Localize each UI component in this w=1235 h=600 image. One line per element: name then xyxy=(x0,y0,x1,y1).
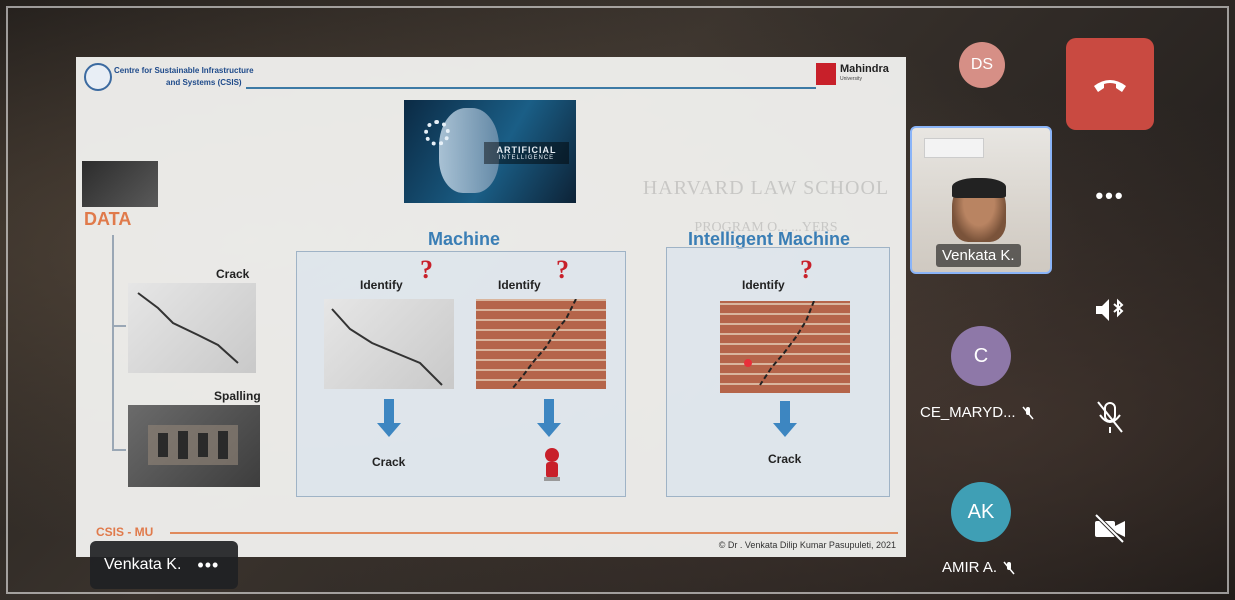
crack-label: Crack xyxy=(216,267,250,281)
down-arrow-icon xyxy=(384,399,394,425)
end-call-button[interactable] xyxy=(1066,38,1154,130)
crack-line-icon xyxy=(331,308,443,386)
question-mark-icon: ? xyxy=(556,255,569,284)
presenter-more-icon[interactable]: ••• xyxy=(197,555,219,576)
participant-video-tile[interactable]: Venkata K. xyxy=(910,126,1052,274)
data-thumbnail xyxy=(82,161,158,207)
participant-entry-c: CE_MARYD... xyxy=(920,404,1034,421)
identify-label-3: Identify xyxy=(742,278,785,292)
participant-name-ak: AMIR A. xyxy=(942,559,998,576)
speaker-button[interactable] xyxy=(1066,290,1154,330)
brick-wall-image xyxy=(476,299,606,389)
footer-rule xyxy=(170,532,898,534)
confused-figure-icon xyxy=(538,447,566,483)
watermark-title: HARVARD LAW SCHOOL xyxy=(642,177,890,199)
crack-sample-image xyxy=(128,283,256,373)
participant-avatar-c[interactable]: C xyxy=(951,326,1011,386)
shared-slide: HARVARD LAW SCHOOL PROGRAM O... ...YERS … xyxy=(76,57,906,557)
down-arrow-head-icon xyxy=(773,423,797,437)
more-dots-icon: ••• xyxy=(1095,183,1125,208)
brick-crack-detected-icon xyxy=(744,301,815,386)
question-mark-icon: ? xyxy=(420,255,433,284)
crack-input-image xyxy=(324,299,454,389)
air-conditioner xyxy=(924,138,984,158)
question-mark-icon: ? xyxy=(800,255,813,284)
mahindra-logo: Mahindra University xyxy=(816,63,889,85)
machine-title: Machine xyxy=(428,229,501,249)
csis-title-line2: and Systems (CSIS) xyxy=(166,78,242,87)
result-crack-3: Crack xyxy=(768,452,802,466)
gear-icon xyxy=(424,120,450,146)
participant-hair xyxy=(952,178,1006,198)
brick-crack-icon xyxy=(511,299,577,389)
crack-line-icon xyxy=(137,292,239,364)
participant-name-c: CE_MARYD... xyxy=(920,404,1016,421)
down-arrow-head-icon xyxy=(377,423,401,437)
header-rule xyxy=(246,87,816,89)
mahindra-name: Mahindra xyxy=(840,63,889,75)
csis-title: Centre for Sustainable Infrastructure an… xyxy=(114,65,254,89)
camera-button[interactable] xyxy=(1066,508,1154,548)
footer-label: CSIS - MU xyxy=(96,525,154,539)
mahindra-sub: University xyxy=(840,76,862,82)
tree-line xyxy=(112,325,126,327)
camera-off-icon xyxy=(1094,513,1125,543)
presenter-name: Venkata K. xyxy=(104,556,182,573)
tree-line xyxy=(112,449,126,451)
ai-label-sub: INTELLIGENCE xyxy=(498,155,555,161)
csis-title-line1: Centre for Sustainable Infrastructure xyxy=(114,66,254,75)
ai-image: ARTIFICIAL INTELLIGENCE xyxy=(404,100,576,203)
down-arrow-icon xyxy=(544,399,554,425)
ai-label-main: ARTIFICIAL xyxy=(496,145,557,155)
csis-logo xyxy=(84,63,112,91)
bluetooth-speaker-icon xyxy=(1096,298,1124,321)
mahindra-badge-icon xyxy=(816,63,836,85)
mic-muted-icon xyxy=(1022,406,1034,419)
mic-off-icon xyxy=(1097,401,1123,433)
identify-label-2: Identify xyxy=(498,278,541,292)
participant-avatar-ak[interactable]: AK xyxy=(951,482,1011,542)
more-options-button[interactable]: ••• xyxy=(1066,176,1154,216)
spalling-sample-image xyxy=(128,405,260,487)
mic-muted-icon xyxy=(1003,561,1015,574)
background-watermark: HARVARD LAW SCHOOL PROGRAM O... ...YERS xyxy=(616,177,906,236)
slide-credit: © Dr . Venkata Dilip Kumar Pasupuleti, 2… xyxy=(718,540,896,550)
tree-line xyxy=(112,235,114,451)
ai-label: ARTIFICIAL INTELLIGENCE xyxy=(484,142,569,164)
down-arrow-head-icon xyxy=(537,423,561,437)
end-call-icon xyxy=(1094,80,1126,92)
result-crack-1: Crack xyxy=(372,455,406,469)
brick-wall-detected-image xyxy=(720,301,850,393)
presenter-name-chip[interactable]: Venkata K. ••• xyxy=(90,541,238,589)
identify-label-1: Identify xyxy=(360,278,403,292)
participant-entry-ak: AMIR A. xyxy=(942,559,1015,576)
spalling-label: Spalling xyxy=(214,389,261,403)
data-label: DATA xyxy=(84,209,132,229)
participant-avatar-ds[interactable]: DS xyxy=(959,42,1005,88)
spalling-pattern-icon xyxy=(148,425,238,465)
microphone-button[interactable] xyxy=(1066,396,1154,438)
participant-video-name: Venkata K. xyxy=(936,244,1021,267)
down-arrow-icon xyxy=(780,401,790,425)
